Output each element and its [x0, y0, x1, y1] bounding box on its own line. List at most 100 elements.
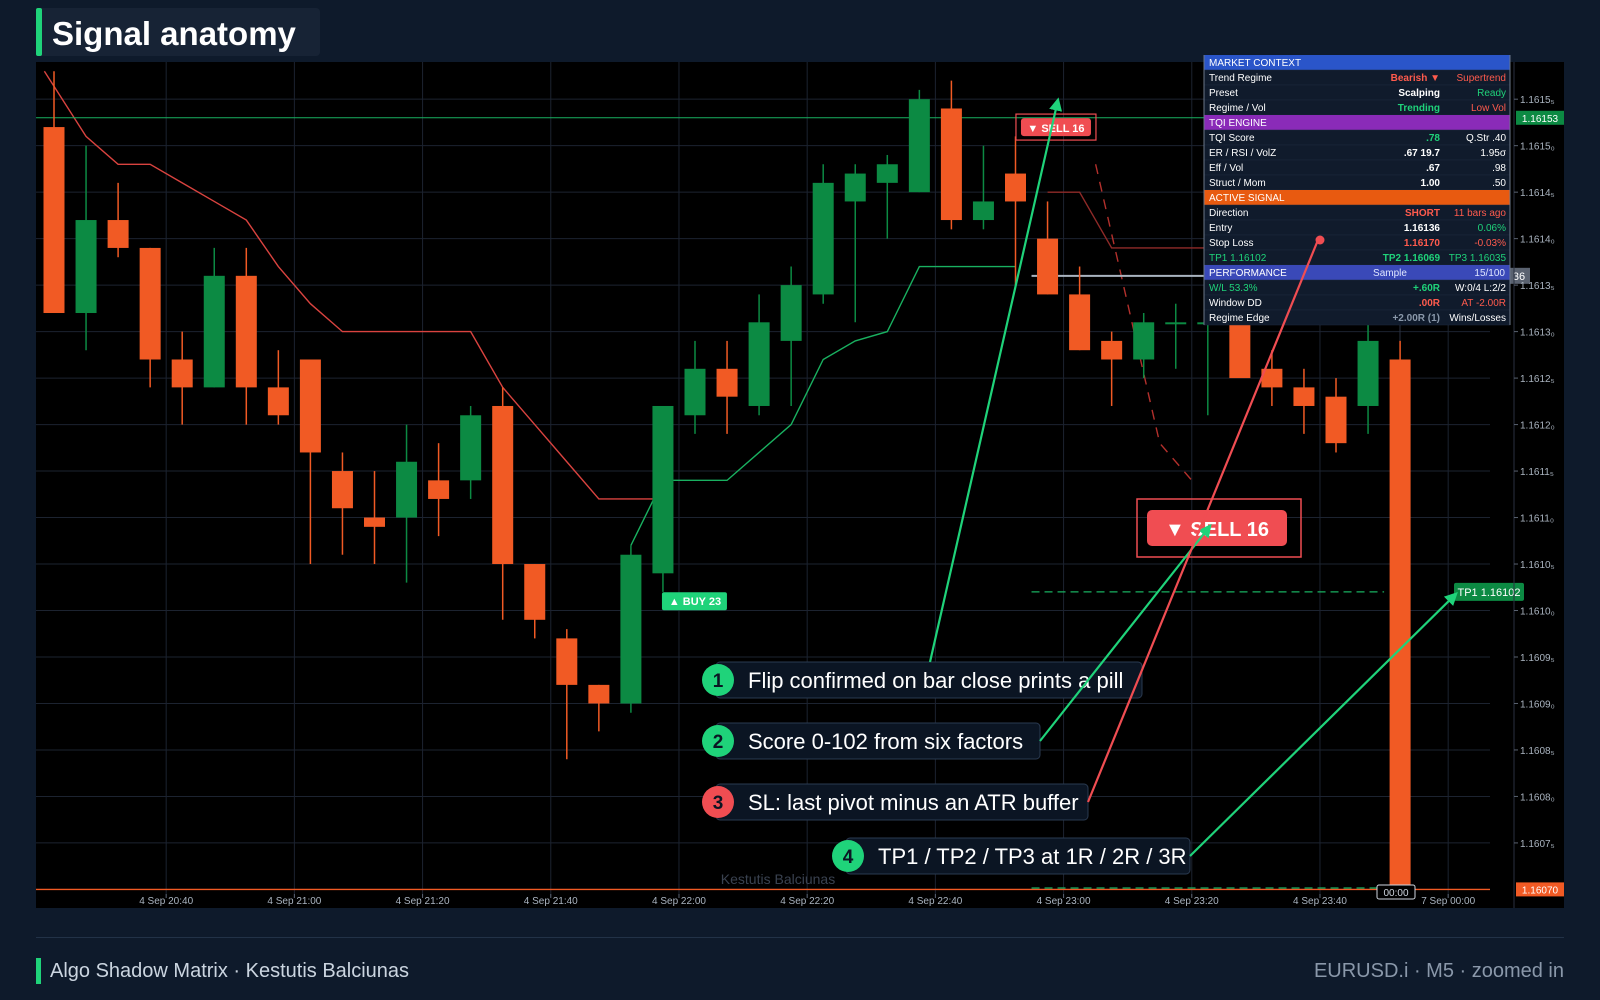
- panel-cell-label: Struct / Mom: [1209, 178, 1266, 189]
- candle-body: [748, 322, 770, 406]
- signal-chart: ▼ SELL 16 ▲ BUY 23 ▼ SELL 16 TP1 1.16102 00:…: [36, 55, 1564, 908]
- y-tick-label: 1.1613₀: [1520, 328, 1555, 339]
- candle-body: [1357, 340, 1379, 406]
- footer-symbol: EURUSD.i · M5 · zoomed in: [1313, 960, 1564, 982]
- candle-body: [652, 405, 674, 574]
- panel-cell-value: Scalping: [1398, 88, 1440, 99]
- panel-section-label: PERFORMANCE: [1209, 268, 1287, 279]
- panel-cell-extra: Supertrend: [1457, 73, 1506, 84]
- candle-body: [588, 684, 610, 704]
- panel-cell-extra: W:0/4 L:2/2: [1455, 283, 1506, 294]
- panel-cell-extra: 11 bars ago: [1454, 208, 1507, 219]
- y-tick-label: 1.1608₅: [1520, 746, 1555, 757]
- candle-body: [940, 108, 962, 221]
- x-tick-label: 4 Sep 22:40: [908, 896, 962, 907]
- tp1-tag-label: TP1 1.16102: [1458, 587, 1521, 599]
- y-tick-label: 1.1615₅: [1520, 95, 1555, 106]
- candle-body: [43, 127, 65, 314]
- panel-cell-label: TP1 1.16102: [1209, 253, 1267, 264]
- x-tick-label: 4 Sep 23:40: [1293, 896, 1347, 907]
- candle-body: [492, 405, 514, 565]
- candle-body: [203, 275, 225, 388]
- x-tick-label: 7 Sep 00:00: [1421, 896, 1475, 907]
- candle-body: [812, 182, 834, 295]
- candle-body: [908, 99, 930, 193]
- y-tick-label: 1.1612₀: [1520, 421, 1555, 432]
- y-tick-label: 1.1609₀: [1520, 699, 1555, 710]
- callout-text: SL: last pivot minus an ATR buffer: [748, 790, 1079, 815]
- candle-body: [428, 480, 450, 499]
- panel-cell-extra: AT -2.00R: [1461, 298, 1506, 309]
- panel-cell-value: .67: [1426, 163, 1440, 174]
- candle-body: [1229, 322, 1251, 379]
- candle-body: [684, 368, 706, 416]
- candle-body: [780, 285, 802, 341]
- candle-body: [460, 415, 482, 481]
- y-tick-label: 1.1607₅: [1520, 839, 1555, 850]
- candle-body: [75, 220, 97, 314]
- panel-section-label: ACTIVE SIGNAL: [1209, 193, 1285, 204]
- y-tick-label: 1.1610₅: [1520, 560, 1555, 571]
- callout-text: TP1 / TP2 / TP3 at 1R / 2R / 3R: [878, 844, 1187, 869]
- callout-text: Score 0-102 from six factors: [748, 729, 1023, 754]
- panel-cell-value: .67 19.7: [1404, 148, 1441, 159]
- panel-cell-value: 1.00: [1421, 178, 1441, 189]
- panel-cell-value: .78: [1426, 133, 1440, 144]
- panel-cell-extra: Wins/Losses: [1449, 313, 1506, 324]
- panel-cell-label: Stop Loss: [1209, 238, 1253, 249]
- candle-body: [716, 368, 738, 397]
- panel-cell-value: .00R: [1419, 298, 1441, 309]
- y-tick-label: 1.1612₅: [1520, 374, 1555, 385]
- panel-cell-value: TP2 1.16069: [1383, 253, 1441, 264]
- callout-number: 1: [713, 671, 724, 692]
- panel-cell-value: SHORT: [1405, 208, 1440, 219]
- x-tick-label: 4 Sep 22:20: [780, 896, 834, 907]
- candle-body: [1005, 173, 1026, 202]
- x-tick-label: 4 Sep 23:00: [1037, 896, 1091, 907]
- panel-row: [1203, 159, 1511, 176]
- panel-cell-label: Eff / Vol: [1209, 163, 1243, 174]
- candle-body: [876, 164, 898, 183]
- candle-body: [171, 359, 193, 388]
- zoom-sell-label: ▼ SELL 16: [1165, 519, 1269, 541]
- panel-section-label: MARKET CONTEXT: [1209, 58, 1301, 69]
- panel-cell-extra: Q.Str .40: [1466, 133, 1506, 144]
- candle-body: [331, 471, 353, 509]
- panel-cell-label: Preset: [1209, 88, 1238, 99]
- panel-section-value: Sample: [1373, 268, 1407, 279]
- candle-body: [1165, 322, 1187, 325]
- candle-body: [620, 554, 642, 704]
- panel-cell-label: Regime Edge: [1209, 313, 1270, 324]
- time-tag-label: 00:00: [1383, 888, 1408, 899]
- y-tick-label: 1.1613₅: [1520, 281, 1555, 292]
- panel-cell-value: Trending: [1398, 103, 1440, 114]
- y-tick-label: 1.1614₅: [1520, 188, 1555, 199]
- panel-cell-label: Entry: [1209, 223, 1232, 234]
- panel-cell-extra: Low Vol: [1471, 103, 1506, 114]
- panel-cell-label: Window DD: [1209, 298, 1262, 309]
- x-tick-label: 4 Sep 22:00: [652, 896, 706, 907]
- candle-body: [1069, 294, 1091, 351]
- panel-cell-value: +.60R: [1413, 283, 1441, 294]
- x-tick-label: 4 Sep 21:00: [267, 896, 321, 907]
- candle-body: [972, 201, 994, 221]
- candle-body: [556, 638, 578, 685]
- footer-accent-bar: [36, 958, 41, 984]
- panel-cell-value: 1.16170: [1404, 238, 1441, 249]
- candle-body: [1325, 396, 1347, 444]
- panel-row: [1203, 84, 1511, 101]
- panel-cell-extra: -0.03%: [1474, 238, 1506, 249]
- candle-body: [1037, 238, 1059, 295]
- panel-cell-label: W/L 53.3%: [1209, 283, 1258, 294]
- callout-number: 4: [843, 847, 854, 868]
- y-tick-label: 1.1615₀: [1520, 142, 1555, 153]
- y-tick-label: 1.1609₅: [1520, 653, 1555, 664]
- candle-body: [139, 247, 161, 360]
- panel-cell-value: +2.00R (1): [1392, 313, 1440, 324]
- x-tick-label: 4 Sep 23:20: [1165, 896, 1219, 907]
- panel-cell-label: Trend Regime: [1209, 73, 1272, 84]
- panel-cell-extra: .50: [1492, 178, 1506, 189]
- panel-cell-label: ER / RSI / VolZ: [1209, 148, 1276, 159]
- candle-body: [267, 387, 289, 416]
- candle-body: [235, 275, 257, 388]
